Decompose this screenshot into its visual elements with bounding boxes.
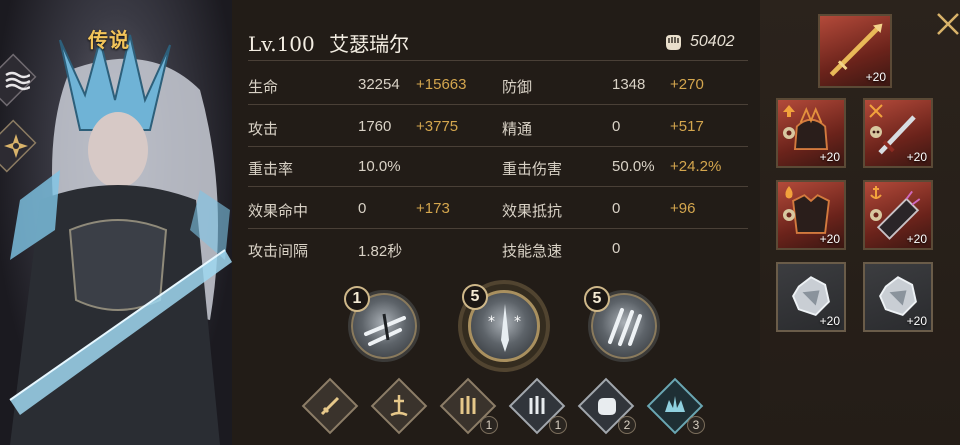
- skill-level: 5: [462, 284, 488, 310]
- stat-label: 攻击间隔: [248, 243, 309, 260]
- ice-crown-icon: [665, 396, 685, 412]
- stat-label: 重击率: [248, 161, 294, 178]
- enhance-level: +20: [865, 70, 886, 84]
- skill-2[interactable]: * * 5: [462, 284, 546, 368]
- ice-sword-skill-icon: * *: [488, 304, 521, 352]
- close-icon[interactable]: [932, 6, 960, 42]
- stat-value: 50.0%: [612, 158, 655, 175]
- stat-bonus: +3775: [416, 118, 459, 135]
- trait-count: 1: [480, 416, 498, 434]
- hero-portrait: [9, 34, 232, 445]
- enhance-level: +20: [906, 232, 927, 246]
- hero-name: 艾瑟瑞尔: [329, 32, 410, 56]
- stat-value: 0: [612, 118, 621, 135]
- gear-icon: [783, 209, 795, 221]
- star-burst-icon: [4, 134, 28, 158]
- skill-1[interactable]: 1: [344, 286, 424, 366]
- tab-skills[interactable]: [0, 118, 37, 174]
- chain-blade-skill-icon: [364, 313, 406, 346]
- skull-icon: [870, 126, 882, 138]
- equip-weapon[interactable]: +20: [818, 14, 892, 88]
- stat-label: 攻击: [248, 121, 279, 138]
- title-divider: [248, 60, 748, 61]
- stat-value: 10.0%: [358, 158, 401, 175]
- gear-icon: [870, 209, 882, 221]
- stat-value: 1760: [358, 118, 392, 135]
- fist-power-icon: [666, 35, 681, 50]
- hero-portrait-panel: 传说: [0, 0, 232, 445]
- rank-up-icon: [783, 105, 795, 117]
- enhance-level: +20: [819, 232, 840, 246]
- equip-gem-2[interactable]: +20: [863, 262, 933, 332]
- equip-armor[interactable]: +20: [776, 180, 846, 250]
- stat-label: 重击伤害: [502, 161, 563, 178]
- hero-info-panel: Lv.100 艾瑟瑞尔 50402 生命 32254 +15663 防御 134…: [234, 14, 754, 434]
- skill-level: 5: [584, 286, 610, 312]
- svg-text:*: *: [488, 314, 495, 330]
- trait-count: 3: [687, 416, 705, 434]
- trait-count: 1: [549, 416, 567, 434]
- tab-stats[interactable]: [0, 52, 37, 108]
- stat-divider: [248, 186, 748, 187]
- combat-power-value: 50402: [690, 33, 735, 50]
- crossed-swords-icon: [869, 104, 883, 118]
- stat-label: 生命: [248, 79, 279, 96]
- stat-value: 0: [612, 200, 621, 217]
- stat-bonus: +173: [416, 200, 450, 217]
- stat-bonus: +270: [670, 76, 704, 93]
- rarity-label: 传说: [88, 28, 130, 52]
- stat-value: 32254: [358, 76, 400, 93]
- enhance-level: +20: [906, 150, 927, 164]
- sword-icon: [320, 396, 340, 416]
- trait-count: 2: [618, 416, 636, 434]
- stat-value: 0: [612, 240, 621, 257]
- hero-title: Lv.100 艾瑟瑞尔: [248, 28, 409, 57]
- stat-value: 1348: [612, 76, 646, 93]
- stat-bonus: +15663: [416, 76, 467, 93]
- stat-label: 防御: [502, 79, 533, 96]
- combat-power: 50402: [662, 30, 752, 54]
- stat-bonus: +517: [670, 118, 704, 135]
- enhance-level: +20: [819, 314, 840, 328]
- svg-text:*: *: [514, 314, 521, 330]
- equip-gauntlet[interactable]: +20: [863, 180, 933, 250]
- stat-divider: [248, 146, 748, 147]
- waves-icon: [5, 71, 30, 91]
- anchor-icon: [870, 186, 882, 199]
- gear-icon: [783, 127, 795, 139]
- stat-label: 精通: [502, 121, 533, 138]
- stat-divider: [248, 228, 748, 229]
- flame-icon: [785, 186, 793, 199]
- enhance-level: +20: [819, 150, 840, 164]
- equip-gem-1[interactable]: +20: [776, 262, 846, 332]
- stat-label: 效果抵抗: [502, 203, 563, 220]
- pedestal-sword-icon: [390, 395, 408, 417]
- skill-3[interactable]: 5: [584, 286, 664, 366]
- stat-value: 1.82秒: [358, 243, 403, 260]
- equip-dagger[interactable]: +20: [863, 98, 933, 168]
- triple-swords-icon: [529, 396, 545, 414]
- stat-label: 效果命中: [248, 203, 309, 220]
- stat-label: 技能急速: [502, 243, 563, 260]
- equip-helmet[interactable]: +20: [776, 98, 846, 168]
- frost-claw-skill-icon: [608, 308, 642, 346]
- stat-divider: [248, 104, 748, 105]
- stat-value: 0: [358, 200, 367, 217]
- hero-level: Lv.100: [248, 32, 315, 56]
- stat-bonus: +96: [670, 200, 696, 217]
- stat-bonus: +24.2%: [670, 158, 722, 175]
- triple-blades-icon: [460, 396, 476, 414]
- skill-level: 1: [344, 286, 370, 312]
- fist-icon: [598, 398, 616, 415]
- enhance-level: +20: [906, 314, 927, 328]
